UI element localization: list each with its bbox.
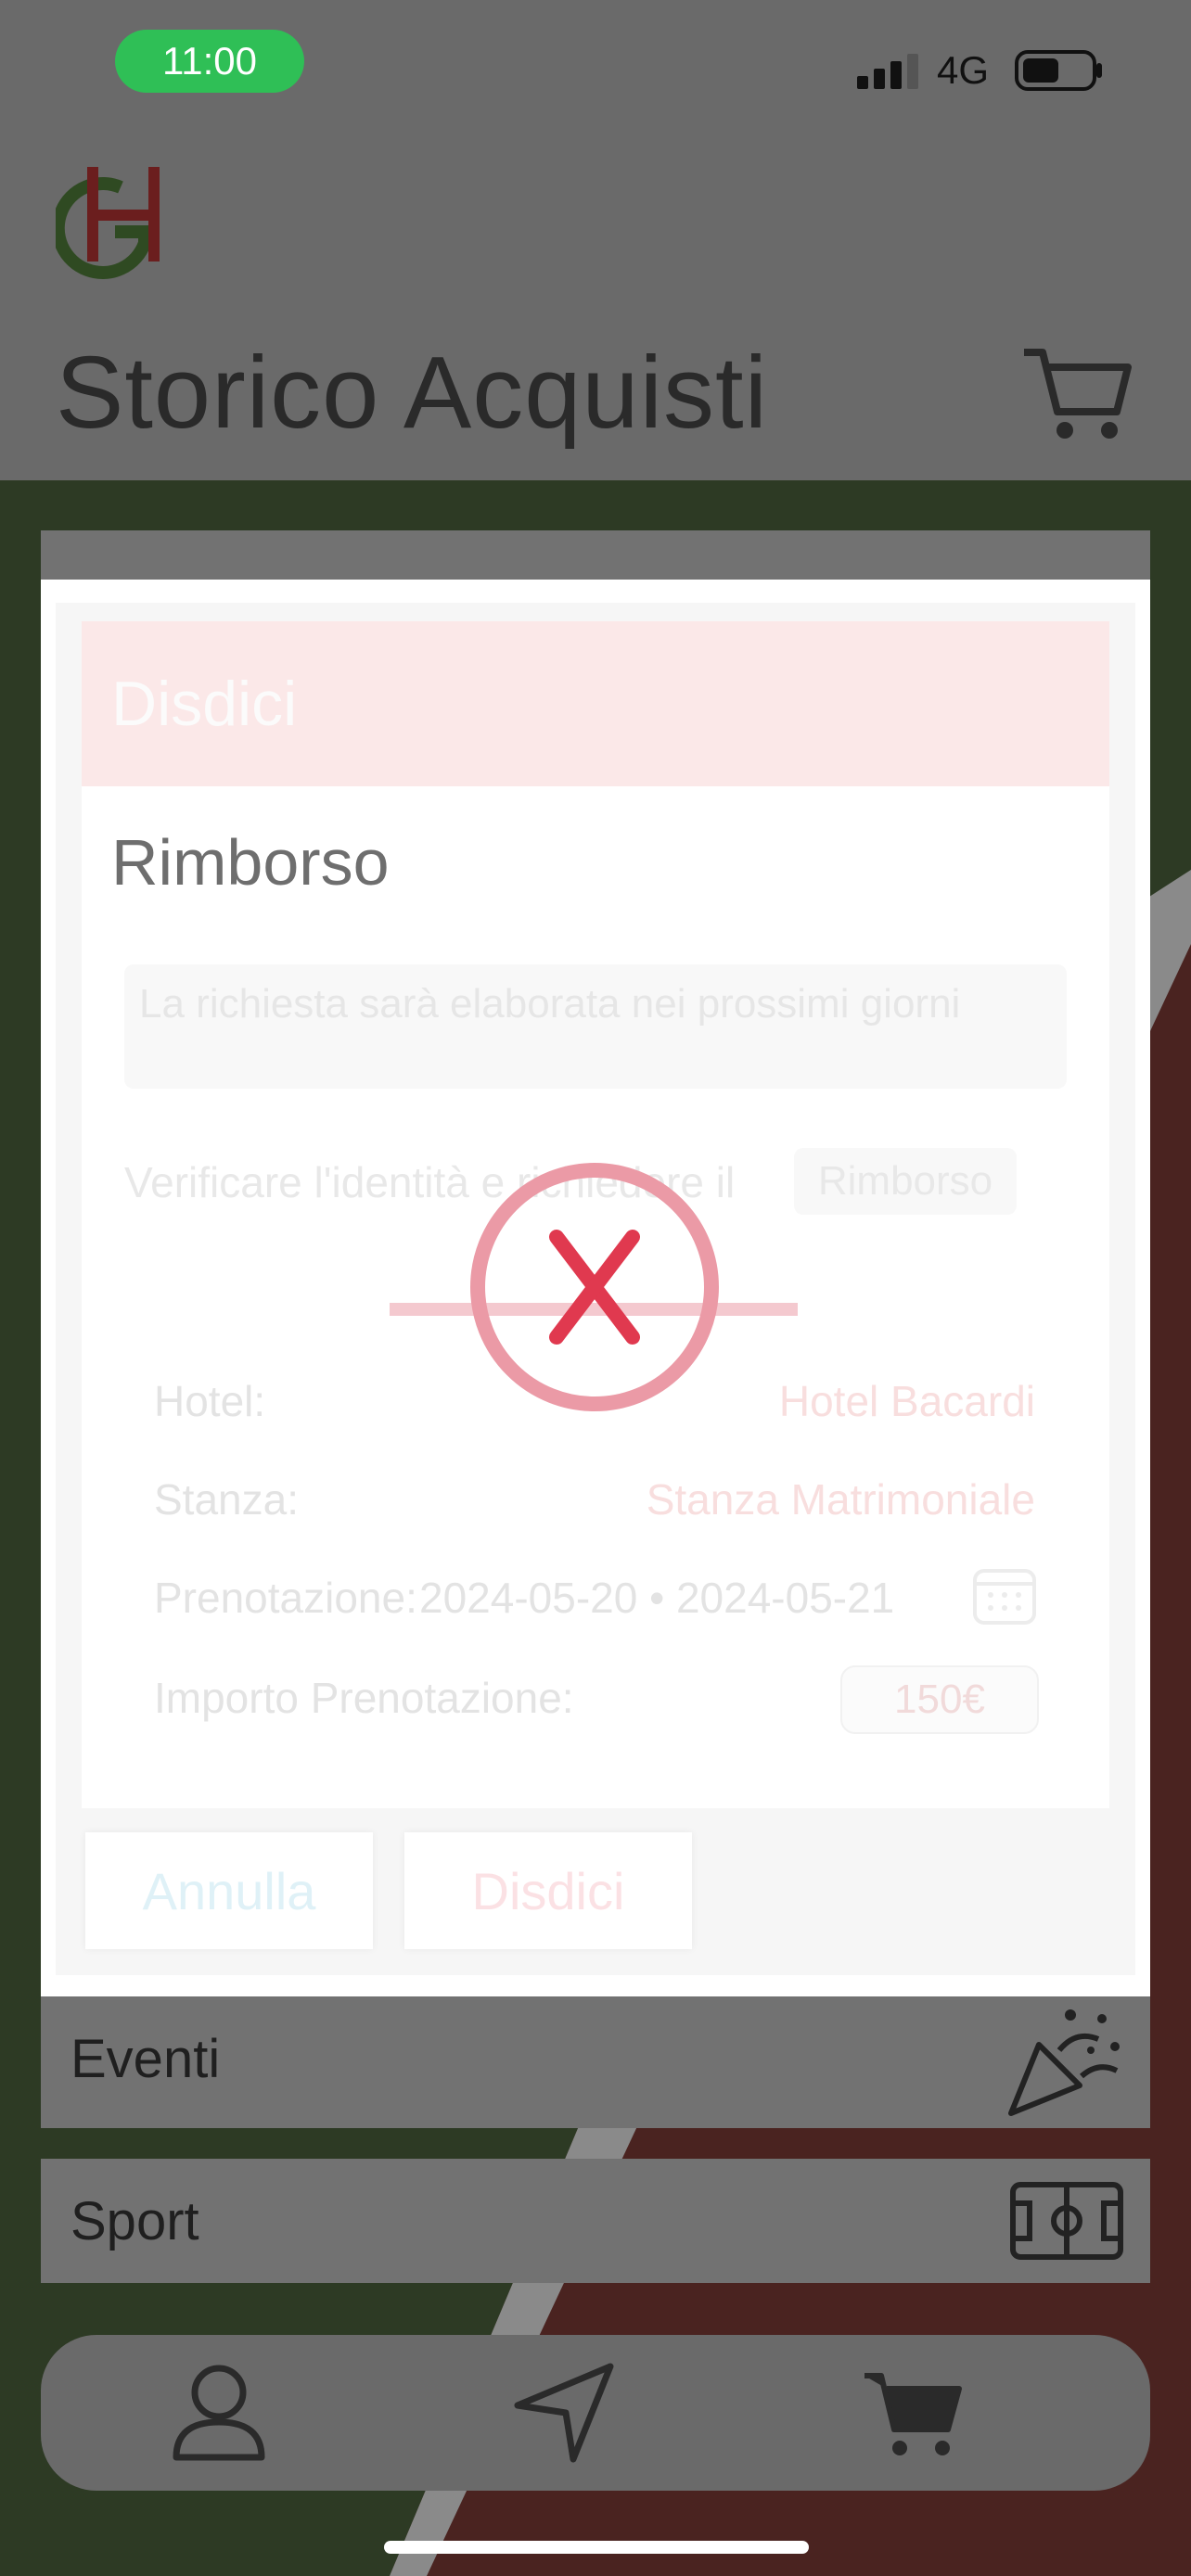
modal-header-title: Disdici <box>111 669 298 739</box>
page-title: Storico Acquisti <box>56 336 769 450</box>
booking-label: Prenotazione: <box>154 1574 417 1622</box>
party-popper-icon <box>1008 2009 1120 2116</box>
cart-icon[interactable] <box>861 2368 965 2461</box>
refund-chip[interactable]: Rimborso <box>794 1148 1017 1215</box>
status-bar: 11:00 4G <box>0 0 1191 130</box>
gh-logo <box>56 167 160 279</box>
room-value: Stanza Matrimoniale <box>646 1475 1035 1524</box>
card-eventi[interactable]: Eventi <box>41 1996 1150 2128</box>
booking-dates: 2024-05-20 • 2024-05-21 <box>419 1574 895 1622</box>
navigation-icon[interactable] <box>514 2363 614 2463</box>
note-text: La richiesta sarà elaborata nei prossimi… <box>139 981 961 1027</box>
card-sport[interactable]: Sport <box>41 2159 1150 2283</box>
section-title: Rimborso <box>111 826 390 899</box>
calendar-icon[interactable] <box>972 1565 1037 1626</box>
confirm-cancel-button[interactable]: Disdici <box>404 1832 692 1949</box>
cancel-button[interactable]: Annulla <box>85 1832 373 1949</box>
card-sport-label: Sport <box>70 2191 199 2251</box>
user-icon[interactable] <box>171 2361 267 2463</box>
time-pill: 11:00 <box>115 30 304 93</box>
cart-icon[interactable] <box>1020 343 1135 445</box>
field-icon <box>1010 2182 1123 2260</box>
battery-icon <box>1015 50 1102 91</box>
hotel-label: Hotel: <box>154 1377 266 1425</box>
amount-label: Importo Prenotazione: <box>154 1674 574 1722</box>
amount-value: 150€ <box>840 1665 1039 1734</box>
signal-icon <box>857 54 918 89</box>
room-label: Stanza: <box>154 1475 299 1524</box>
network-label: 4G <box>937 48 990 92</box>
card-eventi-label: Eventi <box>70 2029 221 2089</box>
card-behind <box>41 530 1150 586</box>
home-indicator <box>384 2541 809 2554</box>
tab-bar <box>41 2335 1150 2491</box>
status-time: 11:00 <box>162 39 257 83</box>
error-x-icon <box>390 1163 798 1411</box>
